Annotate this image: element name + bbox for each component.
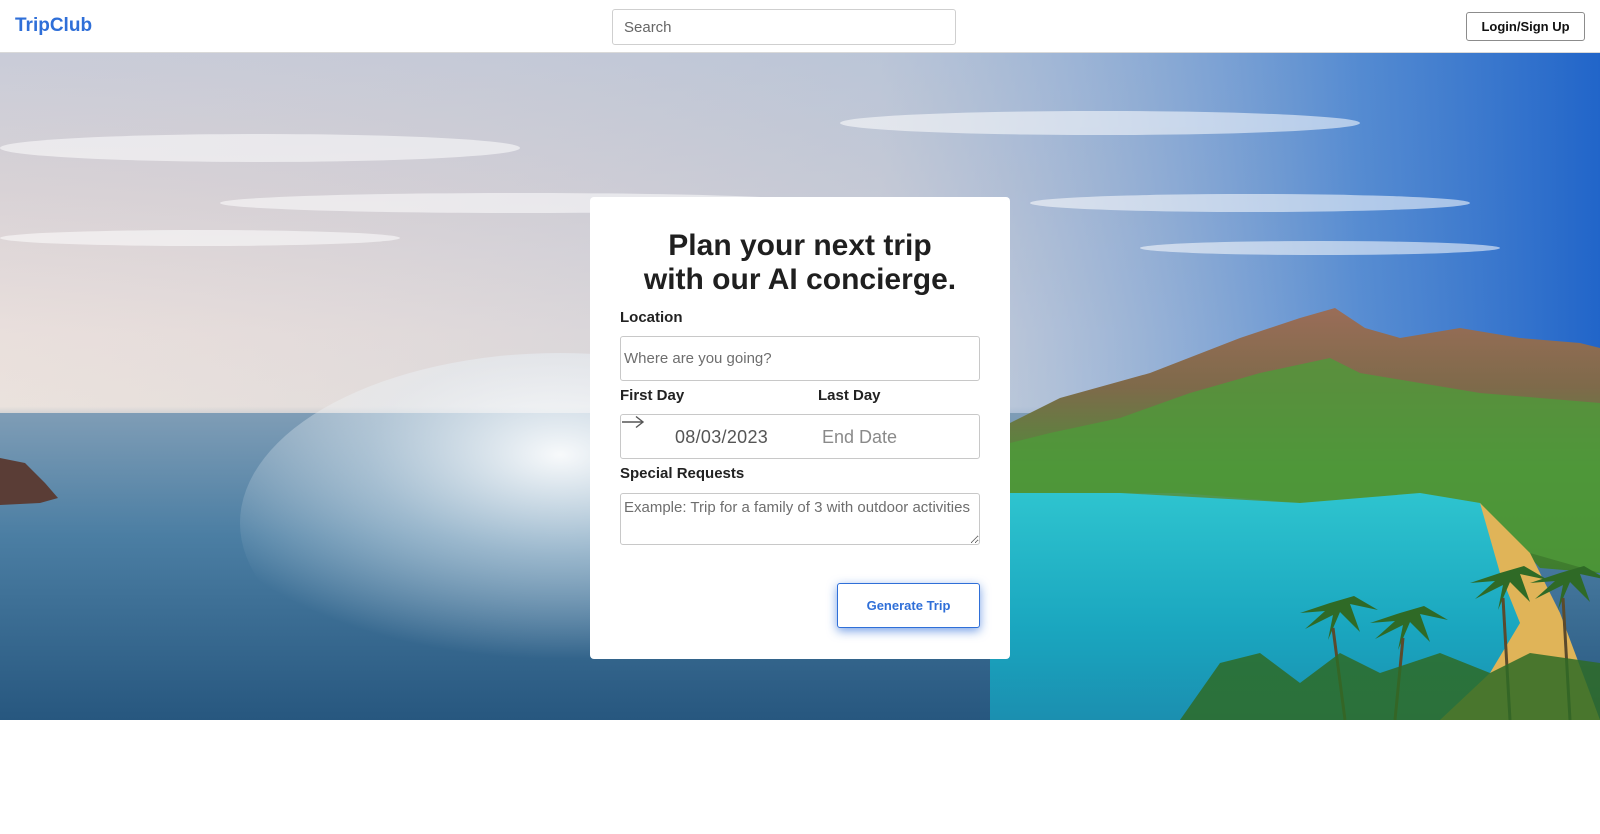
generate-trip-button[interactable]: Generate Trip: [837, 583, 980, 628]
search-input[interactable]: [612, 9, 956, 45]
arrow-right-icon: [622, 415, 645, 429]
planner-heading: Plan your next trip with our AI concierg…: [590, 229, 1010, 297]
end-date-placeholder[interactable]: End Date: [822, 427, 897, 448]
trip-planner-card: Plan your next trip with our AI concierg…: [590, 197, 1010, 659]
location-label: Location: [620, 309, 683, 326]
planner-heading-line-2: with our AI concierge.: [643, 263, 957, 296]
hero-background-image: Plan your next trip with our AI concierg…: [0, 53, 1600, 720]
location-input[interactable]: [620, 336, 980, 381]
date-range-picker[interactable]: 08/03/2023 End Date: [620, 414, 980, 459]
brand-logo-link[interactable]: TripClub: [15, 15, 92, 37]
planner-heading-line-1: Plan your next trip: [668, 229, 932, 262]
top-navigation-bar: TripClub Login/Sign Up: [0, 0, 1600, 53]
special-requests-textarea[interactable]: [620, 493, 980, 545]
special-requests-label: Special Requests: [620, 465, 745, 482]
start-date-value[interactable]: 08/03/2023: [675, 427, 768, 448]
login-signup-button[interactable]: Login/Sign Up: [1466, 12, 1585, 41]
first-day-label: First Day: [620, 387, 685, 404]
last-day-label: Last Day: [818, 387, 881, 404]
